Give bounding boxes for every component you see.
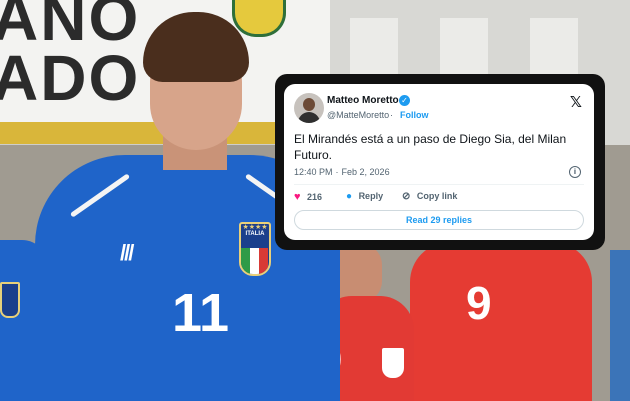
tweet-text: El Mirandés está a un paso de Diego Sia,… (294, 132, 567, 162)
author-name[interactable]: Matteo Moretto (327, 95, 399, 106)
heart-icon: ♥ (294, 191, 301, 203)
reply-button[interactable]: ● Reply (346, 191, 383, 202)
sign-lettering: ANO ADO (0, 0, 141, 114)
speech-bubble-icon: ● (346, 191, 353, 202)
copy-link-label: Copy link (416, 191, 458, 201)
verified-badge-icon: ✓ (399, 95, 410, 106)
tweet-time: 12:40 PM (294, 167, 333, 177)
stars-icon: ★★★★ (242, 224, 268, 231)
badge-label: ITALIA (245, 231, 265, 237)
flag-red (259, 248, 268, 274)
yellow-band (0, 122, 300, 144)
avatar[interactable] (294, 93, 324, 123)
background-photo: ANO ADO 9 0 /// ★★★★ ITALIA 11 Matteo Mo… (0, 0, 630, 401)
handle-separator: · (390, 110, 393, 120)
shirt-stripe (69, 173, 131, 218)
club-crest-icon (232, 0, 286, 37)
italy-badge-icon: ★★★★ ITALIA (239, 222, 271, 276)
author-handle[interactable]: @MatteMoretto (327, 110, 389, 120)
player-red-right (410, 242, 592, 401)
player-main-number: 11 (172, 283, 230, 343)
likes-count: 216 (307, 192, 323, 202)
reply-label: Reply (358, 191, 384, 201)
info-icon[interactable]: i (569, 166, 581, 178)
austria-badge-icon (382, 348, 404, 378)
player-red-right-number: 9 (466, 277, 492, 329)
follow-button[interactable]: Follow (400, 110, 429, 120)
date-separator: · (335, 167, 339, 177)
tweet-date: Feb 2, 2026 (341, 167, 390, 177)
like-button[interactable]: ♥ 216 (294, 191, 322, 203)
read-replies-button[interactable]: Read 29 replies (294, 210, 584, 230)
x-logo-icon[interactable]: 𝕏 (570, 93, 582, 111)
sign-line-2: ADO (0, 42, 141, 114)
flag-green (241, 248, 250, 274)
embedded-tweet: Matteo Moretto ✓ @MatteMoretto · Follow … (284, 84, 594, 240)
divider (294, 184, 584, 185)
copy-link-button[interactable]: ⊘ Copy link (402, 191, 457, 202)
italy-badge-icon (0, 282, 20, 318)
flag-white (250, 248, 259, 274)
link-icon: ⊘ (402, 191, 411, 202)
tweet-timestamp[interactable]: 12:40 PM · Feb 2, 2026 (294, 167, 390, 177)
blue-post (610, 250, 630, 401)
adidas-logo-icon: /// (120, 240, 134, 265)
